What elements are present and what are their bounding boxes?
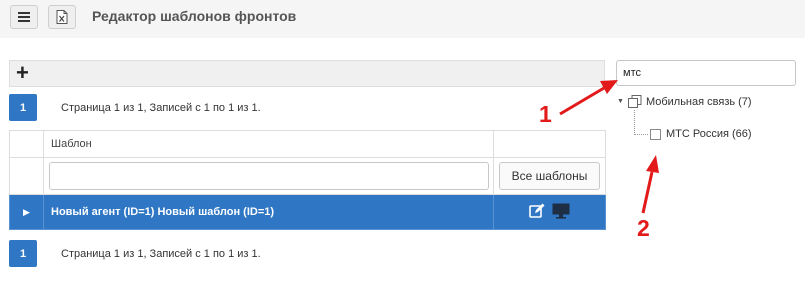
edit-icon[interactable] — [529, 203, 545, 222]
pager-summary: Страница 1 из 1, Записей с 1 по 1 из 1. — [61, 101, 261, 114]
filter-cell — [43, 157, 494, 195]
annotation-arrow-1 — [559, 86, 605, 116]
annotation-arrowhead-2 — [646, 155, 659, 173]
table-row[interactable]: ▶ Новый агент (ID=1) Новый шаблон (ID=1) — [9, 194, 606, 230]
triangle-down-icon[interactable]: ▼ — [617, 98, 624, 105]
annotation-label-2: 2 — [637, 215, 650, 241]
pager-summary: Страница 1 из 1, Записей с 1 по 1 из 1. — [61, 247, 261, 260]
filter-cell-empty — [9, 157, 44, 195]
pager-bottom: 1 Страница 1 из 1, Записей с 1 по 1 из 1… — [9, 240, 261, 267]
page-number-button[interactable]: 1 — [9, 240, 37, 267]
filter-actions-cell: Все шаблоны — [493, 157, 606, 195]
monitor-icon[interactable] — [552, 203, 570, 222]
pager-top: 1 Страница 1 из 1, Записей с 1 по 1 из 1… — [9, 94, 261, 121]
filter-row: Все шаблоны — [9, 157, 606, 195]
export-excel-button[interactable] — [48, 5, 76, 29]
tree-search-input[interactable] — [616, 60, 796, 86]
column-header-template[interactable]: Шаблон — [43, 130, 494, 158]
page-title: Редактор шаблонов фронтов — [92, 8, 297, 24]
hamburger-icon — [18, 12, 30, 22]
tree-node-label: Мобильная связь (7) — [645, 95, 752, 108]
tree-checkbox[interactable] — [650, 128, 661, 140]
tree-node-mts[interactable]: МТС Россия (66) — [650, 128, 752, 140]
menu-button[interactable] — [10, 5, 38, 29]
tree-node-mobile[interactable]: ▼ Мобильная связь (7) — [617, 95, 752, 108]
row-actions — [493, 194, 606, 230]
add-button[interactable]: + — [16, 62, 29, 84]
tree-node-label: МТС Россия (66) — [666, 128, 752, 140]
row-title: Новый агент (ID=1) Новый шаблон (ID=1) — [43, 194, 494, 230]
triangle-right-icon: ▶ — [23, 206, 30, 217]
all-templates-button[interactable]: Все шаблоны — [499, 162, 600, 190]
templates-table: Шаблон Все шаблоны ▶ Новый агент (ID=1) … — [9, 130, 606, 230]
annotation-label-1: 1 — [539, 101, 552, 127]
folder-copy-icon — [627, 95, 642, 108]
grid-toolbar: + — [9, 60, 605, 87]
expand-column-header — [9, 130, 44, 158]
expand-row-toggle[interactable]: ▶ — [9, 194, 44, 230]
template-filter-input[interactable] — [49, 162, 489, 190]
tree-connector — [634, 110, 648, 135]
top-bar: Редактор шаблонов фронтов — [0, 0, 805, 38]
excel-file-icon — [56, 10, 68, 24]
page-number-button[interactable]: 1 — [9, 94, 37, 121]
actions-column-header — [493, 130, 606, 158]
annotation-arrow-2 — [641, 171, 654, 214]
table-header-row: Шаблон — [9, 130, 606, 158]
